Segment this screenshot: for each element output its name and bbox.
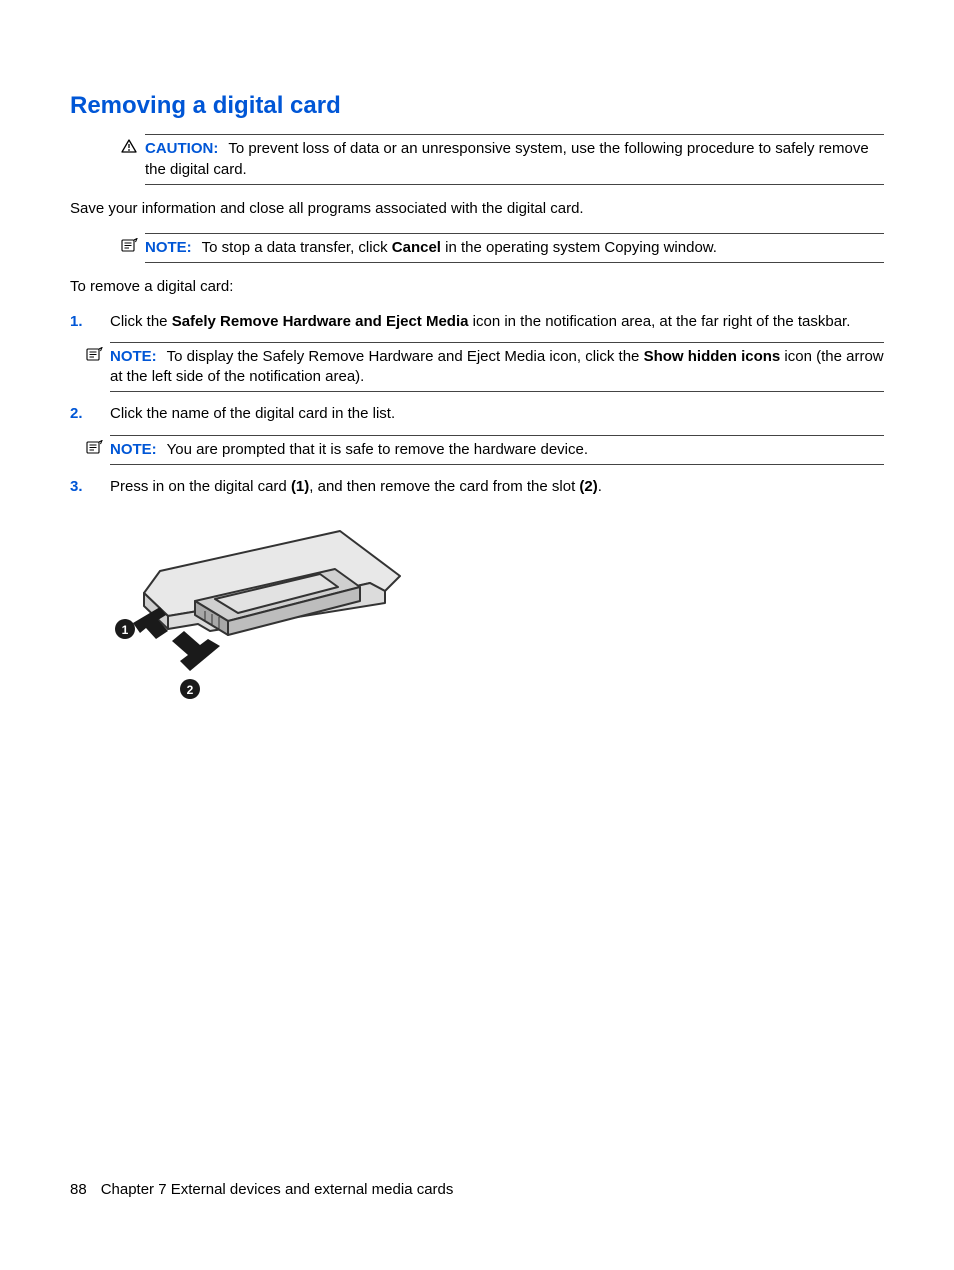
save-info-paragraph: Save your information and close all prog…: [70, 199, 884, 219]
note-transfer-callout: NOTE: To stop a data transfer, click Canc…: [145, 233, 884, 263]
steps-list: 1. Click the Safely Remove Hardware and …: [70, 312, 884, 722]
step-3-b1: (1): [291, 478, 309, 495]
step-1-pre: Click the: [110, 313, 172, 330]
note-icon: [121, 238, 139, 252]
note-label: NOTE:: [110, 348, 157, 365]
illus-label-1: 1: [122, 623, 129, 637]
step-1-post: icon in the notification area, at the fa…: [468, 313, 850, 330]
footer-page-number: 88: [70, 1181, 87, 1198]
note-icon: [86, 440, 104, 454]
step-1-note: NOTE: To display the Safely Remove Hardwa…: [110, 342, 884, 393]
note1-pre: To display the Safely Remove Hardware an…: [167, 348, 644, 365]
caution-callout: CAUTION:To prevent loss of data or an un…: [145, 134, 884, 185]
step-1-bold: Safely Remove Hardware and Eject Media: [172, 313, 469, 330]
step-2-text: Click the name of the digital card in th…: [110, 405, 395, 422]
step-3-b2: (2): [579, 478, 597, 495]
note2-text: You are prompted that it is safe to remo…: [167, 441, 588, 458]
caution-text: To prevent loss of data or an unresponsi…: [145, 140, 869, 177]
step-3-pre: Press in on the digital card: [110, 478, 291, 495]
page-footer: 88 Chapter 7 External devices and externa…: [70, 1180, 453, 1200]
note1-bold: Show hidden icons: [644, 348, 781, 365]
step-number: 2.: [70, 404, 83, 424]
step-1: 1. Click the Safely Remove Hardware and …: [70, 312, 884, 393]
note-post: in the operating system Copying window.: [441, 239, 717, 256]
footer-chapter: Chapter 7 External devices and external …: [101, 1181, 454, 1198]
caution-icon: [121, 139, 139, 153]
note-label: NOTE:: [110, 441, 157, 458]
caution-label: CAUTION:: [145, 140, 218, 157]
illus-label-2: 2: [187, 683, 194, 697]
step-3: 3. Press in on the digital card (1), and…: [70, 477, 884, 721]
note-bold-cancel: Cancel: [392, 239, 441, 256]
note-icon: [86, 347, 104, 361]
note-label: NOTE:: [145, 239, 192, 256]
to-remove-paragraph: To remove a digital card:: [70, 277, 884, 297]
step-2: 2. Click the name of the digital card in…: [70, 404, 884, 465]
card-removal-illustration: 1 2: [110, 511, 884, 721]
step-number: 1.: [70, 312, 83, 332]
note-pre: To stop a data transfer, click: [202, 239, 392, 256]
step-2-note: NOTE: You are prompted that it is safe to…: [110, 435, 884, 465]
page-heading: Removing a digital card: [70, 90, 884, 122]
step-3-mid: , and then remove the card from the slot: [309, 478, 579, 495]
step-3-post: .: [598, 478, 602, 495]
step-number: 3.: [70, 477, 83, 497]
